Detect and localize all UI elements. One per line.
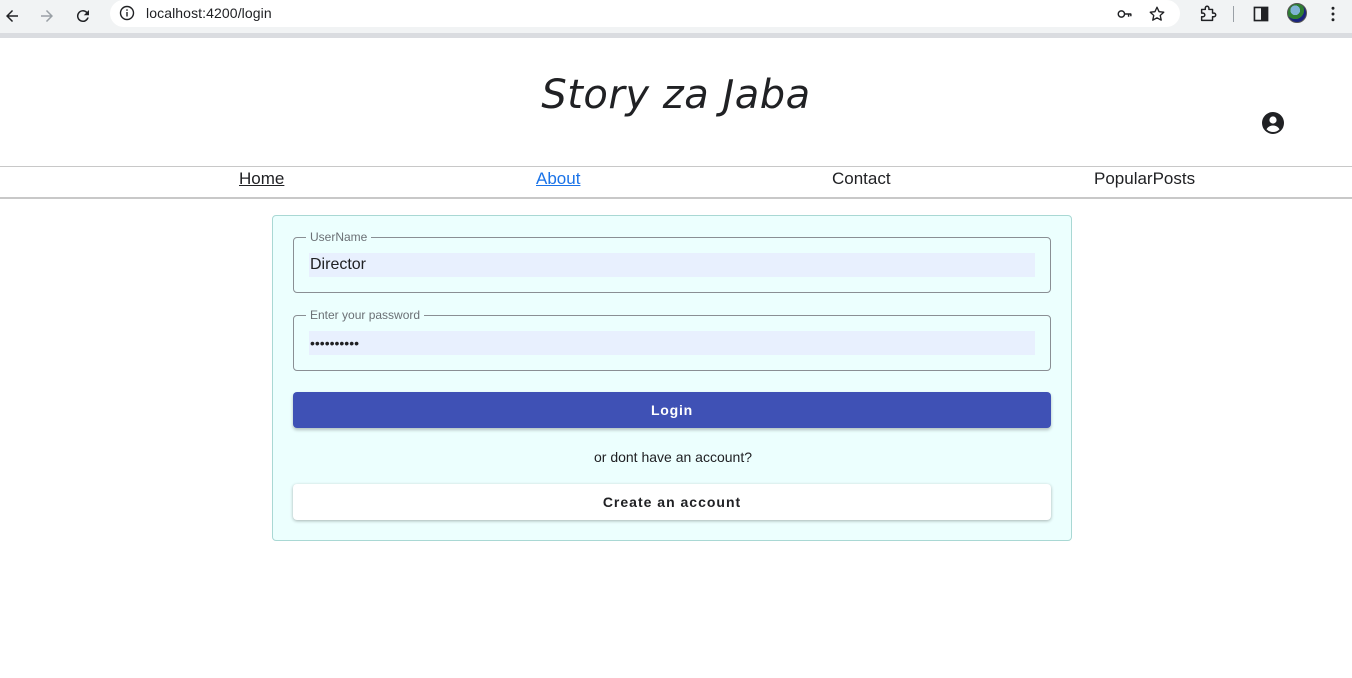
site-title: Story za Jaba — [541, 72, 811, 118]
profile-avatar[interactable] — [1287, 3, 1307, 23]
back-icon[interactable] — [0, 4, 24, 28]
no-account-text: or dont have an account? — [593, 449, 752, 465]
password-input[interactable]: •••••••••• — [309, 331, 1035, 355]
address-bar[interactable]: localhost:4200/login — [110, 0, 1180, 27]
forward-icon[interactable] — [35, 4, 59, 28]
bookmark-star-icon[interactable] — [1147, 4, 1167, 24]
nav-home[interactable]: Home — [239, 169, 284, 189]
password-field[interactable]: Enter your password •••••••••• — [293, 308, 1051, 371]
account-circle-icon[interactable] — [1261, 111, 1285, 135]
main-navigation: Home About Contact PopularPosts — [0, 166, 1352, 199]
menu-dots-icon[interactable] — [1322, 3, 1344, 25]
username-field[interactable]: UserName Director — [293, 230, 1051, 293]
password-key-icon[interactable] — [1115, 4, 1135, 24]
url-text: localhost:4200/login — [146, 5, 272, 21]
reload-icon[interactable] — [71, 4, 95, 28]
toolbar-separator — [1233, 6, 1234, 22]
password-label: Enter your password — [306, 308, 425, 322]
site-info-icon[interactable] — [119, 5, 135, 21]
side-panel-icon[interactable] — [1250, 3, 1272, 25]
login-button[interactable]: Login — [293, 392, 1051, 428]
create-account-button[interactable]: Create an account — [293, 484, 1051, 520]
nav-about[interactable]: About — [536, 169, 580, 189]
username-input[interactable]: Director — [309, 253, 1035, 277]
username-label: UserName — [306, 230, 372, 244]
extensions-icon[interactable] — [1197, 3, 1219, 25]
browser-toolbar: localhost:4200/login — [0, 0, 1352, 38]
login-card: UserName Director Enter your password ••… — [272, 215, 1072, 541]
nav-popular-posts[interactable]: PopularPosts — [1094, 169, 1195, 189]
nav-contact[interactable]: Contact — [832, 169, 891, 189]
